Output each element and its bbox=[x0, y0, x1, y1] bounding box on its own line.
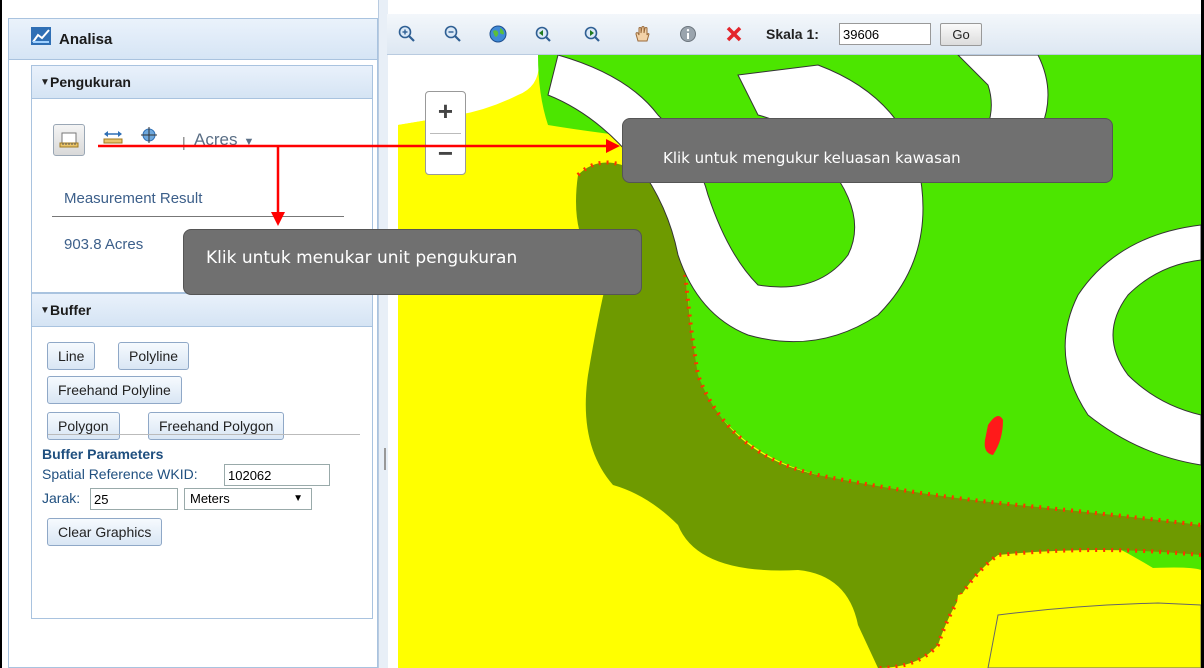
info-icon[interactable] bbox=[679, 25, 697, 43]
distance-input[interactable] bbox=[90, 488, 178, 510]
panel-title-bar: Analisa bbox=[9, 19, 377, 60]
freehand-polygon-button[interactable]: Freehand Polygon bbox=[148, 412, 285, 440]
line-button[interactable]: Line bbox=[47, 342, 96, 370]
yellow-coast bbox=[398, 111, 548, 195]
wkid-label: Spatial Reference WKID: bbox=[42, 466, 198, 482]
chart-icon bbox=[31, 27, 51, 45]
zoom-out-icon[interactable] bbox=[444, 25, 462, 43]
collapse-triangle-icon: ▼ bbox=[40, 77, 50, 88]
dropdown-arrow-icon: ▼ bbox=[293, 493, 303, 504]
unit-dropdown[interactable]: Acres ▼ bbox=[194, 130, 254, 150]
measurement-result-label: Measurement Result bbox=[64, 190, 203, 207]
measurement-header-label: Pengukuran bbox=[50, 74, 131, 90]
zoom-in-icon[interactable] bbox=[398, 25, 416, 43]
polygon-button[interactable]: Polygon bbox=[47, 412, 120, 440]
callout-change-unit: Klik untuk menukar unit pengukuran bbox=[183, 229, 642, 295]
full-extent-globe-icon[interactable] bbox=[489, 25, 507, 43]
go-button[interactable]: Go bbox=[940, 23, 982, 46]
distance-unit-select[interactable]: Meters ▼ bbox=[184, 488, 312, 510]
buffer-section: ▼ Buffer Line Polyline Freehand Polyline… bbox=[31, 293, 373, 619]
chevron-down-icon: ▼ bbox=[243, 136, 255, 148]
callout-measure-area: Klik untuk mengukur keluasan kawasan bbox=[622, 118, 1113, 183]
area-measure-button[interactable] bbox=[53, 124, 85, 156]
wkid-input[interactable] bbox=[224, 464, 330, 486]
pan-hand-icon[interactable] bbox=[633, 25, 651, 43]
polyline-button[interactable]: Polyline bbox=[118, 342, 190, 370]
buffer-parameters-title: Buffer Parameters bbox=[42, 446, 164, 462]
buffer-header[interactable]: ▼ Buffer bbox=[32, 294, 372, 327]
scale-input[interactable] bbox=[839, 23, 931, 45]
buffer-divider bbox=[48, 434, 360, 435]
next-extent-icon[interactable] bbox=[583, 25, 601, 43]
measurement-divider bbox=[52, 216, 344, 217]
collapse-triangle-icon: ▼ bbox=[40, 305, 50, 316]
location-crosshair-icon bbox=[141, 127, 157, 143]
clear-graphics-button[interactable]: Clear Graphics bbox=[47, 518, 163, 546]
freehand-polyline-button[interactable]: Freehand Polyline bbox=[47, 376, 182, 404]
distance-ruler-icon bbox=[103, 131, 123, 144]
scale-label: Skala 1: bbox=[766, 26, 819, 42]
zoom-control: + − bbox=[425, 91, 466, 175]
analysis-panel: Analisa ▼ Pengukuran | Acres ▼ Measureme… bbox=[8, 18, 378, 668]
area-ruler-icon bbox=[59, 132, 79, 148]
unit-dropdown-label: Acres bbox=[194, 130, 238, 149]
panel-splitter[interactable] bbox=[378, 0, 388, 668]
measurement-header[interactable]: ▼ Pengukuran bbox=[32, 66, 372, 99]
zoom-in-button[interactable]: + bbox=[426, 92, 465, 133]
frame-left-border bbox=[0, 0, 2, 668]
clear-x-icon[interactable] bbox=[725, 25, 743, 43]
distance-label: Jarak: bbox=[42, 490, 81, 506]
previous-extent-icon[interactable] bbox=[534, 25, 552, 43]
buffer-header-label: Buffer bbox=[50, 302, 92, 318]
measurement-result-value: 903.8 Acres bbox=[64, 236, 144, 253]
map-toolbar: Skala 1: Go bbox=[387, 14, 1201, 55]
river-bottom-white bbox=[987, 602, 1201, 668]
zoom-out-button[interactable]: − bbox=[426, 134, 465, 175]
location-measure-button[interactable] bbox=[134, 124, 166, 156]
distance-measure-button[interactable] bbox=[98, 124, 130, 156]
splitter-grip[interactable] bbox=[384, 448, 386, 470]
panel-title: Analisa bbox=[59, 31, 113, 48]
toolbar-separator: | bbox=[182, 134, 186, 150]
distance-unit-value: Meters bbox=[190, 491, 230, 506]
